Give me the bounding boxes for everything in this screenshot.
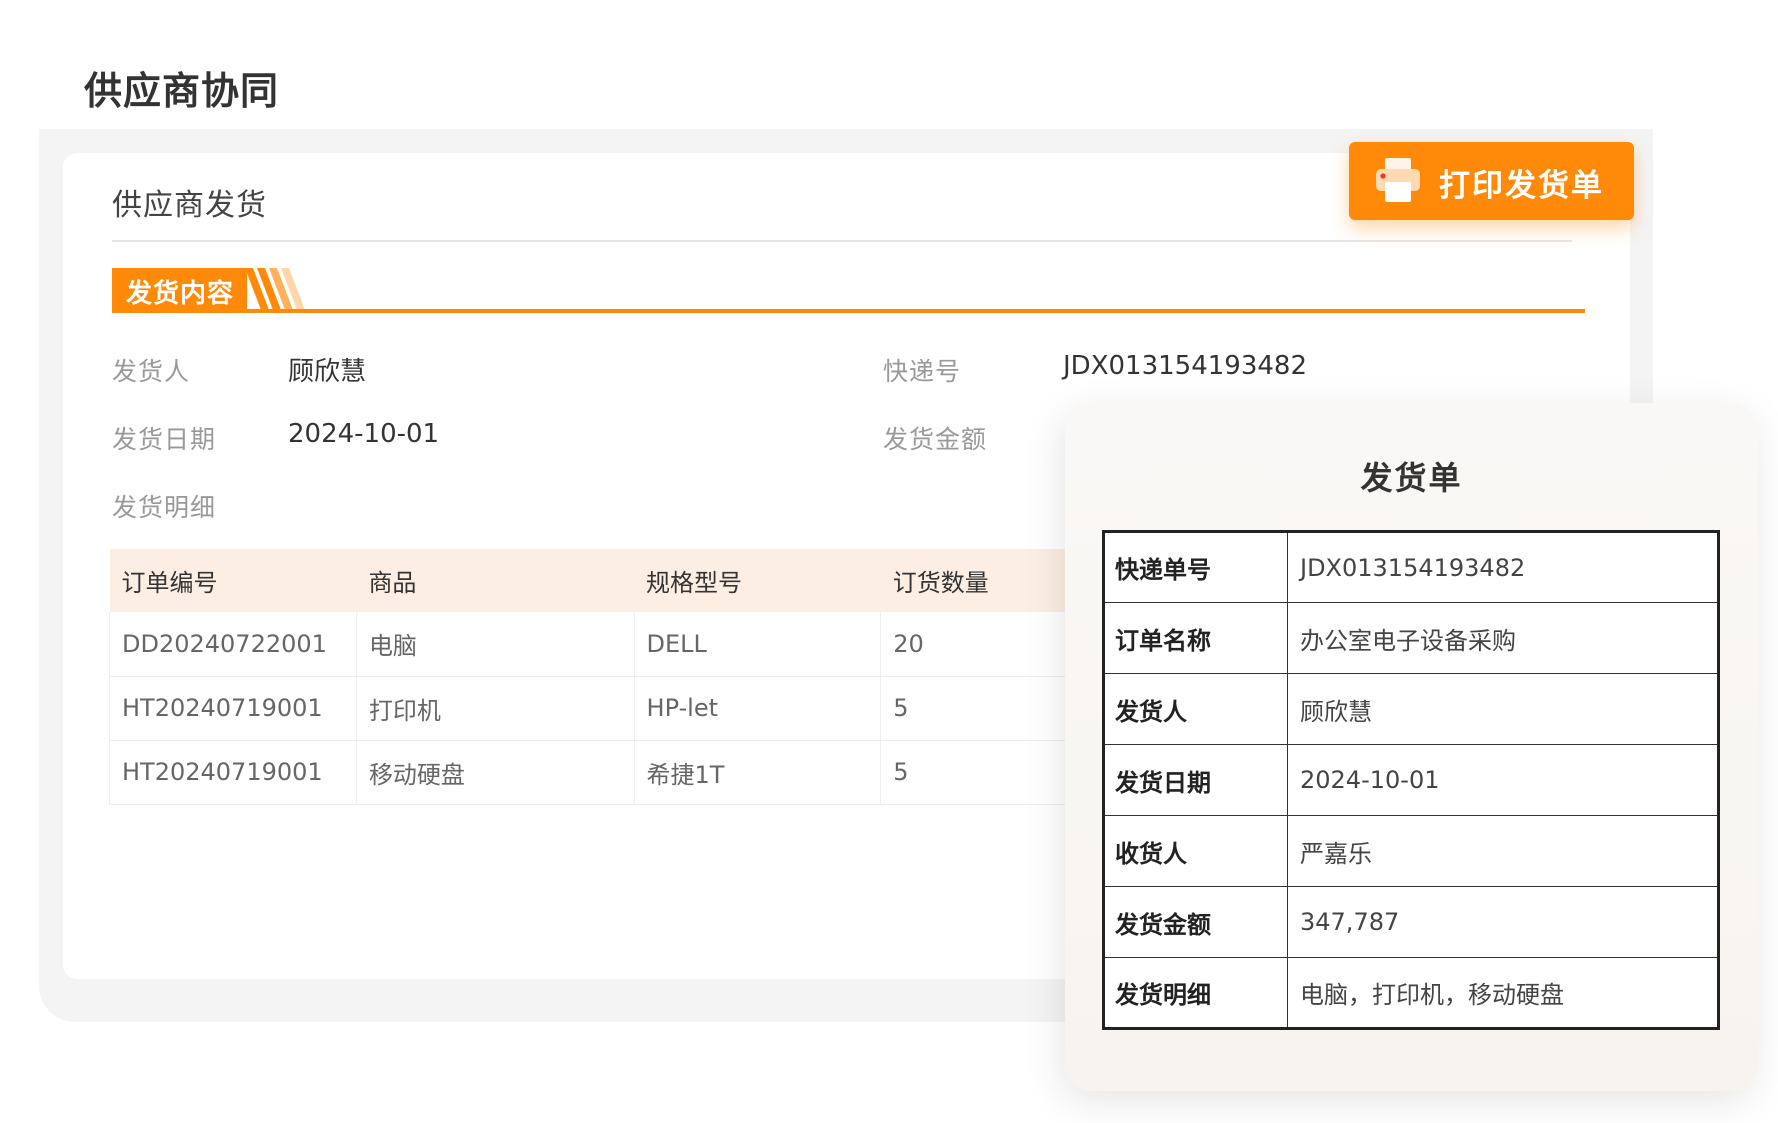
- cell-order-no: DD20240722001: [109, 612, 357, 677]
- ship-date-label: 发货日期: [112, 425, 217, 454]
- print-shipping-note-button[interactable]: 打印发货单: [1349, 142, 1634, 220]
- shipping-note-row: 发货日期 2024-10-01: [1103, 744, 1719, 816]
- shipper-label: 发货人: [112, 357, 191, 386]
- row-key: 发货人: [1103, 673, 1288, 745]
- tracking-label: 快递号: [883, 357, 962, 386]
- page-title: 供应商协同: [84, 69, 280, 113]
- row-value: 办公室电子设备采购: [1287, 602, 1719, 674]
- shipping-note-row: 发货金额 347,787: [1103, 886, 1719, 958]
- print-button-label: 打印发货单: [1439, 168, 1604, 204]
- row-key: 发货金额: [1103, 886, 1288, 958]
- card-divider: [112, 240, 1572, 242]
- row-key: 发货日期: [1103, 744, 1288, 816]
- cell-quantity: 5: [880, 740, 1069, 805]
- stripe-decoration: [245, 268, 305, 310]
- shipping-note-title: 发货单: [1360, 459, 1463, 497]
- shipping-note-row: 快递单号 JDX013154193482: [1103, 531, 1719, 603]
- row-key: 快递单号: [1103, 531, 1288, 603]
- cell-product: 移动硬盘: [356, 740, 635, 805]
- table-row: HT20240719001 移动硬盘 希捷1T 5: [109, 740, 1069, 805]
- shipper-value: 顾欣慧: [288, 357, 367, 387]
- row-key: 收货人: [1103, 815, 1288, 887]
- cell-quantity: 20: [880, 612, 1069, 677]
- shipping-note-row: 收货人 严嘉乐: [1103, 815, 1719, 887]
- cell-quantity: 5: [880, 676, 1069, 741]
- cell-order-no: HT20240719001: [109, 740, 357, 805]
- cell-product: 电脑: [356, 612, 635, 677]
- shipping-note-row: 订单名称 办公室电子设备采购: [1103, 602, 1719, 674]
- cell-spec: HP-let: [634, 676, 882, 741]
- header-order-no: 订单编号: [109, 549, 357, 612]
- table-header-row: 订单编号 商品 规格型号 订货数量: [109, 549, 1069, 612]
- row-value: JDX013154193482: [1287, 531, 1719, 603]
- section-header: 发货内容: [112, 268, 1585, 314]
- row-value: 严嘉乐: [1287, 815, 1719, 887]
- shipment-detail-table: 订单编号 商品 规格型号 订货数量 DD20240722001 电脑 DELL …: [109, 549, 1069, 805]
- row-value: 电脑，打印机，移动硬盘: [1287, 957, 1719, 1029]
- table-row: HT20240719001 打印机 HP-let 5: [109, 676, 1069, 741]
- row-value: 2024-10-01: [1287, 744, 1719, 816]
- header-product: 商品: [356, 549, 635, 612]
- shipping-note-row: 发货明细 电脑，打印机，移动硬盘: [1103, 957, 1719, 1029]
- ship-amount-label: 发货金额: [883, 425, 988, 454]
- section-underline: [112, 309, 1585, 313]
- shipping-note-table: 快递单号 JDX013154193482 订单名称 办公室电子设备采购 发货人 …: [1102, 530, 1720, 1030]
- row-key: 发货明细: [1103, 957, 1288, 1029]
- cell-order-no: HT20240719001: [109, 676, 357, 741]
- printer-icon: [1373, 155, 1423, 205]
- shipping-note-card: 发货单 快递单号 JDX013154193482 订单名称 办公室电子设备采购 …: [1065, 403, 1758, 1091]
- header-spec: 规格型号: [634, 549, 881, 612]
- card-title: 供应商发货: [112, 188, 267, 223]
- row-value: 347,787: [1287, 886, 1719, 958]
- ship-date-value: 2024-10-01: [288, 419, 440, 449]
- shipping-note-row: 发货人 顾欣慧: [1103, 673, 1719, 745]
- cell-product: 打印机: [356, 676, 635, 741]
- cell-spec: 希捷1T: [634, 740, 882, 805]
- header-quantity: 订货数量: [880, 549, 1069, 612]
- ship-detail-label: 发货明细: [112, 493, 217, 522]
- row-value: 顾欣慧: [1287, 673, 1719, 745]
- cell-spec: DELL: [634, 612, 882, 677]
- table-row: DD20240722001 电脑 DELL 20: [109, 612, 1069, 677]
- tracking-value: JDX013154193482: [1063, 351, 1308, 381]
- row-key: 订单名称: [1103, 602, 1288, 674]
- section-tag: 发货内容: [112, 268, 247, 310]
